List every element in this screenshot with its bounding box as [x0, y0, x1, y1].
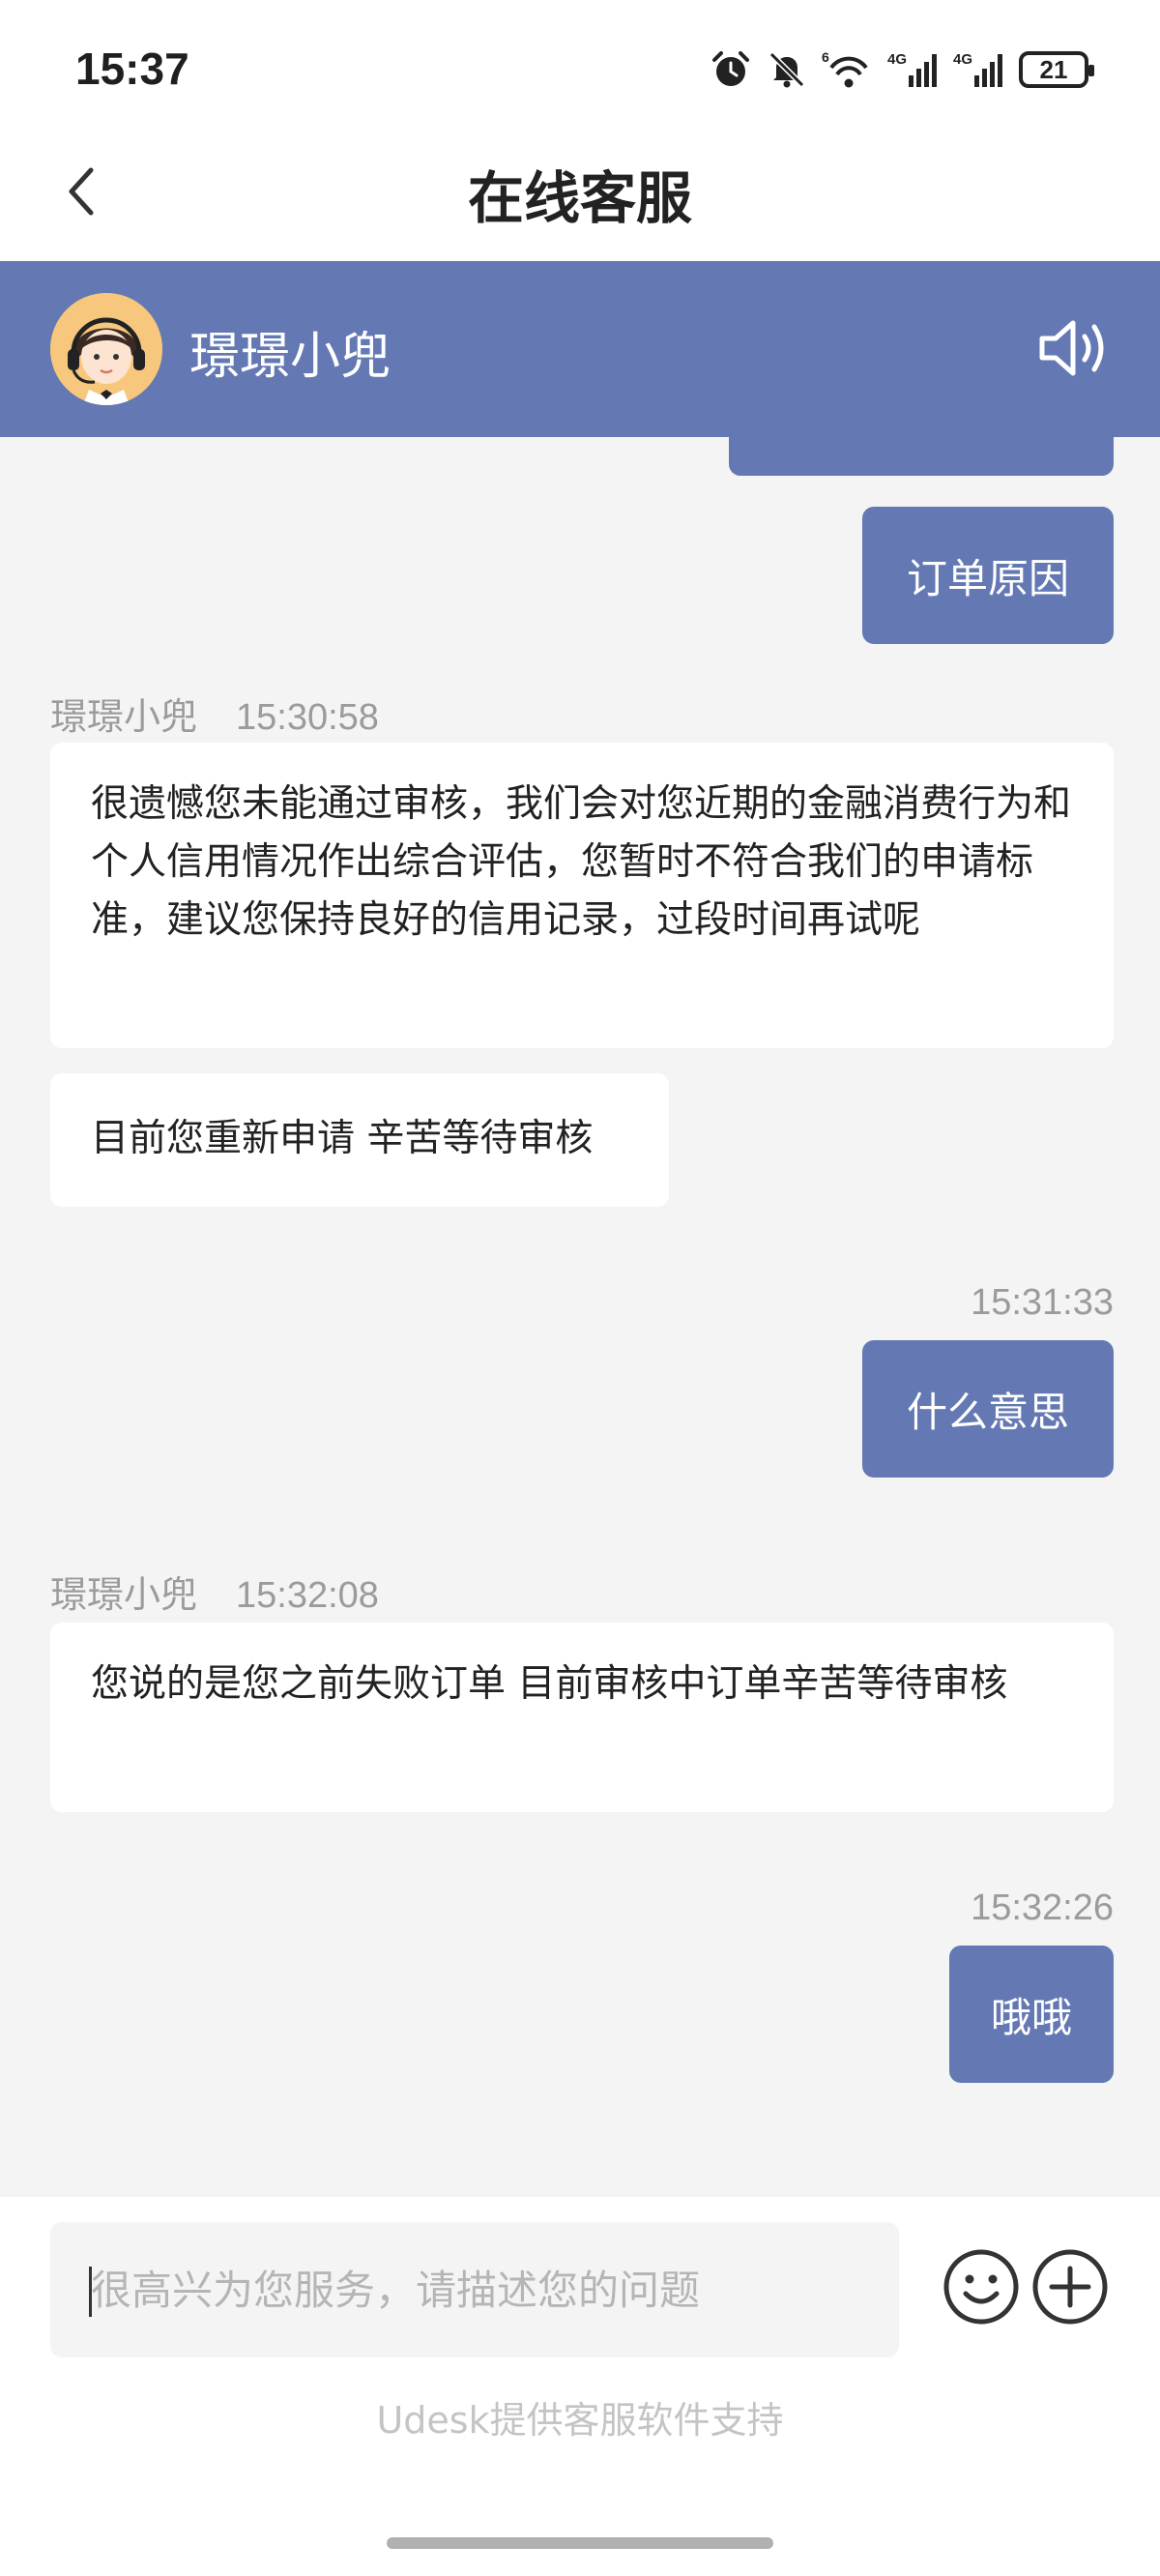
powered-by: Udesk提供客服软件支持	[376, 2399, 784, 2442]
customer-service-avatar-icon	[50, 293, 162, 405]
signal-1-label: 4G	[887, 51, 907, 68]
signal-4g-icon: 4G	[887, 51, 937, 87]
agent-name: 璟璟小兜	[189, 328, 392, 386]
message-meta: 璟璟小兜 15:30:58	[50, 687, 379, 740]
home-indicator[interactable]	[387, 2537, 773, 2549]
message-input[interactable]	[50, 2222, 899, 2357]
agent-avatar	[50, 293, 162, 405]
message-bubble-incoming: 您说的是您之前失败订单 目前审核中订单辛苦等待审核	[50, 1623, 1114, 1812]
mute-icon	[768, 51, 805, 88]
status-icons: 6 4G 4G 21	[710, 44, 1094, 95]
signal-4g-icon: 4G	[953, 51, 1002, 87]
message-time: 15:32:26	[971, 1888, 1114, 1928]
wifi-label: 6	[822, 49, 829, 65]
status-bar: 15:37 6 4G 4G 21	[0, 0, 1160, 135]
wifi-icon: 6	[822, 49, 868, 88]
message-bubble-outgoing: 哦哦	[949, 1946, 1114, 2083]
speaker-icon[interactable]	[1034, 309, 1112, 387]
battery-icon: 21	[1019, 51, 1094, 88]
message-bubble-outgoing-partial	[729, 437, 1114, 476]
sender-name: 璟璟小兜	[50, 1573, 198, 1616]
message-time: 15:32:08	[236, 1575, 379, 1616]
message-meta: 璟璟小兜 15:32:08	[50, 1565, 379, 1618]
nav-bar: 在线客服	[0, 135, 1160, 261]
status-time: 15:37	[75, 44, 189, 94]
text-caret	[89, 2267, 92, 2317]
message-time: 15:31:33	[971, 1282, 1114, 1323]
message-bubble-incoming: 很遗憾您未能通过审核，我们会对您近期的金融消费行为和个人信用情况作出综合评估，您…	[50, 743, 1114, 1048]
message-time: 15:30:58	[236, 697, 379, 738]
alarm-icon	[712, 51, 749, 86]
input-bar: Udesk提供客服软件支持	[0, 2197, 1160, 2576]
agent-header: 璟璟小兜	[0, 261, 1160, 437]
message-bubble-outgoing: 什么意思	[862, 1340, 1114, 1478]
emoji-icon[interactable]	[942, 2247, 1021, 2327]
battery-level: 21	[1039, 54, 1068, 84]
signal-2-label: 4G	[953, 51, 972, 68]
page-title: 在线客服	[467, 165, 692, 231]
plus-icon[interactable]	[1030, 2247, 1110, 2327]
message-bubble-incoming: 目前您重新申请 辛苦等待审核	[50, 1073, 669, 1207]
chat-area[interactable]: 订单原因 璟璟小兜 15:30:58 很遗憾您未能通过审核，我们会对您近期的金融消…	[0, 437, 1160, 2197]
sender-name: 璟璟小兜	[50, 695, 198, 738]
message-bubble-outgoing: 订单原因	[862, 507, 1114, 644]
